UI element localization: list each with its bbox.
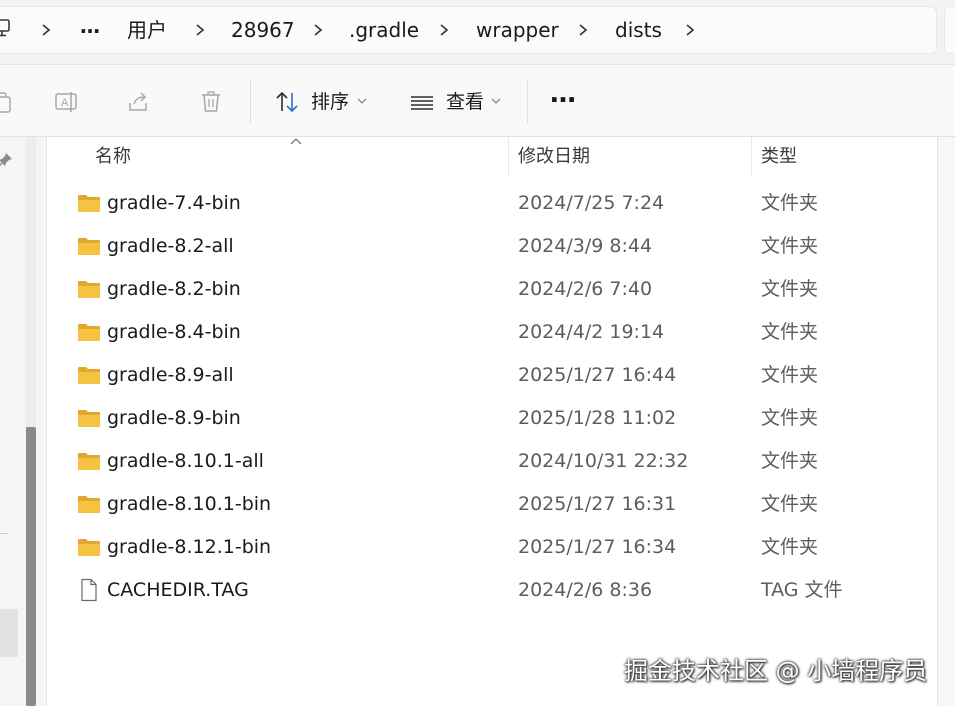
file-row[interactable]: gradle-7.4-bin 2024/7/25 7:24 文件夹: [47, 182, 937, 225]
breadcrumb-overflow[interactable]: …: [80, 13, 100, 39]
file-row[interactable]: CACHEDIR.TAG 2024/2/6 8:36 TAG 文件: [47, 569, 937, 612]
file-date: 2025/1/27 16:44: [518, 364, 677, 386]
more-options-button[interactable]: …: [550, 81, 576, 107]
file-date: 2024/4/2 19:14: [518, 321, 665, 343]
svg-text:A: A: [61, 97, 69, 109]
search-box-edge[interactable]: [944, 6, 955, 54]
column-header-date[interactable]: 修改日期: [518, 145, 590, 169]
folder-icon: [78, 453, 100, 470]
command-bar: A 排序 查看 …: [0, 65, 955, 137]
navigation-pane: [0, 137, 47, 706]
share-icon[interactable]: [126, 89, 152, 115]
file-type: 文件夹: [761, 235, 819, 257]
file-row[interactable]: gradle-8.9-all 2025/1/27 16:44 文件夹: [47, 354, 937, 397]
file-row[interactable]: gradle-8.10.1-all 2024/10/31 22:32 文件夹: [47, 440, 937, 483]
chevron-right-icon[interactable]: [575, 19, 591, 41]
file-name: gradle-8.10.1-all: [107, 450, 264, 472]
file-row[interactable]: gradle-8.4-bin 2024/4/2 19:14 文件夹: [47, 311, 937, 354]
file-name: gradle-8.4-bin: [107, 321, 241, 343]
file-list: 名称 修改日期 类型 gradle-7.4-bin 2024/7/25 7:24 文…: [47, 137, 938, 706]
folder-icon: [78, 410, 100, 427]
file-date: 2025/1/28 11:02: [518, 407, 677, 429]
file-type: 文件夹: [761, 278, 819, 300]
file-type: 文件夹: [761, 536, 819, 558]
file-type: 文件夹: [761, 407, 819, 429]
sort-indicator-icon: [290, 138, 302, 145]
breadcrumb-item-wrapper[interactable]: wrapper: [476, 17, 559, 43]
folder-icon: [78, 238, 100, 255]
folder-icon: [78, 195, 100, 212]
column-separator[interactable]: [508, 137, 509, 177]
sort-arrows-icon[interactable]: [274, 89, 300, 115]
folder-icon: [78, 539, 100, 556]
file-name: gradle-8.9-bin: [107, 407, 241, 429]
file-date: 2024/7/25 7:24: [518, 192, 665, 214]
chevron-right-icon[interactable]: [682, 19, 698, 41]
breadcrumb-item-user[interactable]: 28967: [231, 17, 295, 43]
chevron-right-icon[interactable]: [310, 19, 326, 41]
toolbar-separator: [527, 79, 528, 123]
chevron-down-icon[interactable]: [491, 97, 501, 105]
file-type: TAG 文件: [761, 579, 843, 601]
trash-icon[interactable]: [198, 89, 224, 115]
file-row[interactable]: gradle-8.2-all 2024/3/9 8:44 文件夹: [47, 225, 937, 268]
file-type: 文件夹: [761, 450, 819, 472]
chevron-right-icon[interactable]: [192, 19, 208, 41]
file-row[interactable]: gradle-8.2-bin 2024/2/6 7:40 文件夹: [47, 268, 937, 311]
folder-icon: [78, 324, 100, 341]
folder-icon: [78, 281, 100, 298]
computer-icon[interactable]: [0, 18, 14, 40]
chevron-right-icon[interactable]: [436, 19, 452, 41]
toolbar-separator: [250, 79, 251, 123]
column-header-type[interactable]: 类型: [761, 145, 797, 169]
breadcrumb-item-dists[interactable]: dists: [615, 17, 662, 43]
file-date: 2024/10/31 22:32: [518, 450, 689, 472]
file-name: CACHEDIR.TAG: [107, 579, 249, 601]
file-type: 文件夹: [761, 192, 819, 214]
watermark-text: 掘金技术社区 @ 小墙程序员: [624, 657, 928, 685]
list-right-margin: [938, 137, 955, 706]
address-bar-area: … 用户 28967 .gradle wrapper dists: [0, 0, 955, 65]
column-header-name[interactable]: 名称: [95, 145, 131, 169]
breadcrumb-item-gradle[interactable]: .gradle: [349, 17, 419, 43]
nav-scrollbar-thumb[interactable]: [26, 427, 36, 706]
file-type: 文件夹: [761, 493, 819, 515]
folder-icon: [78, 367, 100, 384]
file-type: 文件夹: [761, 321, 819, 343]
breadcrumb-item-users[interactable]: 用户: [127, 17, 167, 43]
rename-icon[interactable]: A: [54, 89, 80, 115]
file-date: 2024/3/9 8:44: [518, 235, 653, 257]
sort-button-label[interactable]: 排序: [311, 89, 349, 115]
file-date: 2025/1/27 16:31: [518, 493, 677, 515]
file-name: gradle-7.4-bin: [107, 192, 241, 214]
file-row[interactable]: gradle-8.10.1-bin 2025/1/27 16:31 文件夹: [47, 483, 937, 526]
file-name: gradle-8.9-all: [107, 364, 234, 386]
nav-selected-item[interactable]: [0, 609, 18, 657]
file-date: 2025/1/27 16:34: [518, 536, 677, 558]
file-date: 2024/2/6 7:40: [518, 278, 653, 300]
file-icon: [81, 578, 97, 602]
chevron-down-icon[interactable]: [357, 97, 367, 105]
file-name: gradle-8.2-bin: [107, 278, 241, 300]
file-date: 2024/2/6 8:36: [518, 579, 653, 601]
folder-icon: [78, 496, 100, 513]
file-name: gradle-8.10.1-bin: [107, 493, 272, 515]
chevron-right-icon[interactable]: [38, 19, 54, 41]
view-lines-icon[interactable]: [409, 89, 435, 115]
file-type: 文件夹: [761, 364, 819, 386]
column-separator[interactable]: [751, 137, 752, 177]
view-button-label[interactable]: 查看: [446, 89, 484, 115]
nav-divider: [0, 533, 8, 534]
file-explorer-window: … 用户 28967 .gradle wrapper dists A 排序 查看…: [0, 0, 955, 706]
file-name: gradle-8.2-all: [107, 235, 234, 257]
file-row[interactable]: gradle-8.12.1-bin 2025/1/27 16:34 文件夹: [47, 526, 937, 569]
copy-icon[interactable]: [0, 89, 14, 115]
file-row[interactable]: gradle-8.9-bin 2025/1/28 11:02 文件夹: [47, 397, 937, 440]
pin-icon[interactable]: [0, 151, 14, 169]
file-name: gradle-8.12.1-bin: [107, 536, 272, 558]
